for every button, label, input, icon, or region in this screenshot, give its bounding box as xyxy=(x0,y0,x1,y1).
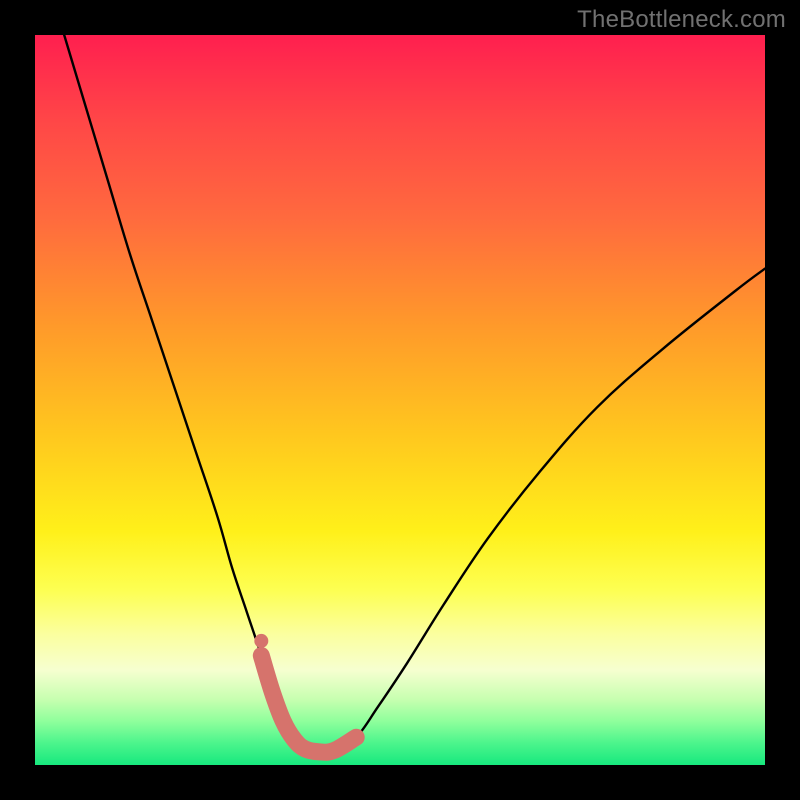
chart-frame: TheBottleneck.com xyxy=(0,0,800,800)
bottleneck-curve xyxy=(64,35,765,752)
marker-band xyxy=(261,656,356,753)
plot-area xyxy=(35,35,765,765)
marker-dot xyxy=(254,634,268,648)
watermark-text: TheBottleneck.com xyxy=(577,6,786,34)
curve-svg xyxy=(35,35,765,765)
